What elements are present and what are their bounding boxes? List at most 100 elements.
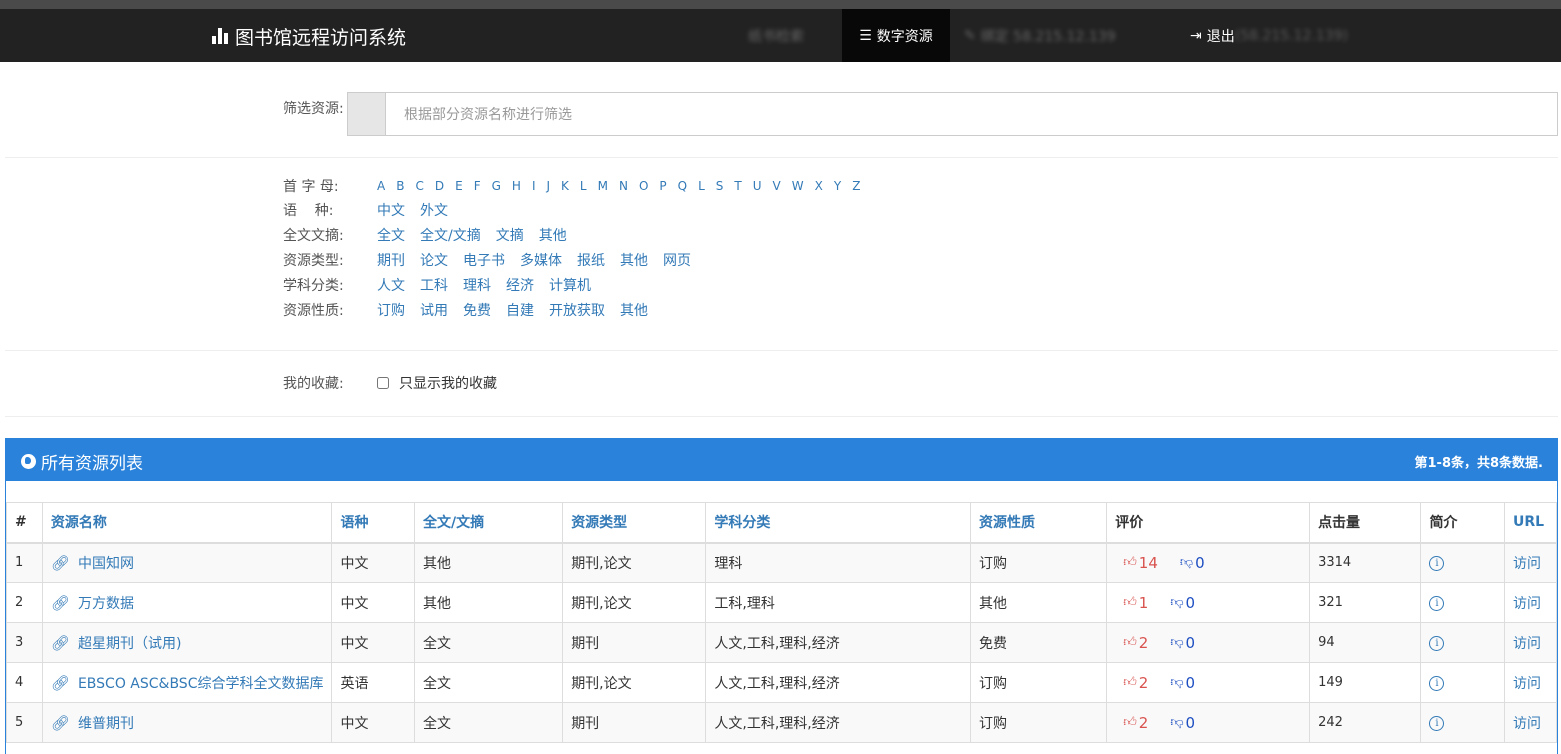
column-header-sortable[interactable]: 全文/文摘 [414,502,564,544]
visit-link[interactable]: 访问 [1513,596,1541,612]
intro-cell: i [1420,542,1505,583]
letter-link[interactable]: T [734,179,741,193]
facet-link[interactable]: 订购 [377,303,405,319]
letter-link[interactable]: C [415,179,423,193]
resource-link[interactable]: 🔗︎ 中国知网 [51,553,134,573]
facet-link[interactable]: 论文 [420,253,448,269]
info-icon[interactable]: i [1429,596,1445,611]
facet-link[interactable]: 外文 [420,203,448,219]
facet-link[interactable]: 中文 [377,203,405,219]
rating-cell: 👍︎ 1 👎︎ 0 [1106,582,1311,623]
facet-link[interactable]: 网页 [663,253,691,269]
resource-panel: 所有资源列表 第1-8条，共8条数据. # 资源名称 语种 全文/文摘 资源类型… [5,438,1558,754]
like-button[interactable]: 👍︎ 2 [1123,674,1148,692]
column-header-sortable[interactable]: URL [1503,502,1558,544]
letter-link[interactable]: I [532,179,536,193]
letter-link[interactable]: J [546,179,550,193]
facet-link[interactable]: 理科 [463,278,491,294]
info-icon[interactable]: i [1429,636,1445,651]
column-header-sortable[interactable]: 学科分类 [705,502,971,544]
letter-link[interactable]: B [396,179,404,193]
facet-link[interactable]: 期刊 [377,253,405,269]
letter-link[interactable]: V [773,179,781,193]
letter-link[interactable]: G [492,179,501,193]
subject-cell: 理科 [705,542,971,583]
facet-link[interactable]: 电子书 [463,253,505,269]
facet-link[interactable]: 自建 [506,303,534,319]
nature-cell: 免费 [969,622,1108,663]
like-button[interactable]: 👍︎ 14 [1123,554,1158,572]
column-header-sortable[interactable]: 资源性质 [969,502,1108,544]
column-header-sortable[interactable]: 语种 [331,502,416,544]
dislike-button[interactable]: 👎︎ 0 [1170,594,1195,612]
facet-link[interactable]: 人文 [377,278,405,294]
facet-link[interactable]: 经济 [506,278,534,294]
letter-link[interactable]: P [659,179,666,193]
language-links: 中文 外文 [377,200,463,220]
letter-link[interactable]: M [598,179,608,193]
letter-link[interactable]: E [455,179,463,193]
dislike-button[interactable]: 👎︎ 0 [1170,674,1195,692]
letter-link[interactable]: W [792,179,804,193]
facet-link[interactable]: 多媒体 [520,253,562,269]
info-icon[interactable]: i [1429,676,1445,691]
facet-link[interactable]: 其他 [620,253,648,269]
visit-link[interactable]: 访问 [1513,716,1541,732]
letter-link[interactable]: F [474,179,481,193]
facet-link[interactable]: 文摘 [496,228,524,244]
nav-book-search[interactable]: 纸书检索 [748,9,834,62]
like-button[interactable]: 👍︎ 2 [1123,634,1148,652]
nav-logout[interactable]: ⇥ 退出 (58.215.12.139) [1190,9,1348,62]
letter-link[interactable]: L [580,179,587,193]
letter-link[interactable]: N [619,179,628,193]
letter-link[interactable]: O [639,179,648,193]
resource-link[interactable]: 🔗︎ EBSCO ASC&BSC综合学科全文数据库 [51,673,324,693]
facet-link[interactable]: 免费 [463,303,491,319]
letter-link[interactable]: A [377,179,385,193]
resource-link[interactable]: 🔗︎ 超星期刊（试用) [51,633,182,653]
letter-link[interactable]: H [512,179,521,193]
dislike-button[interactable]: 👎︎ 0 [1170,634,1195,652]
facet-link[interactable]: 其他 [539,228,567,244]
nav-bind-ip[interactable]: ✎ 绑定 58.215.12.139 [964,9,1164,62]
resource-link[interactable]: 🔗︎ 万方数据 [51,593,134,613]
subject-cell: 人文,工科,理科,经济 [705,662,971,703]
letter-link[interactable]: Z [852,179,860,193]
letter-link[interactable]: Y [834,179,841,193]
letter-link[interactable]: K [561,179,569,193]
facet-link[interactable]: 试用 [420,303,448,319]
fulltext-cell: 其他 [414,542,564,583]
letter-link[interactable]: U [753,179,762,193]
visit-link[interactable]: 访问 [1513,636,1541,652]
info-icon[interactable]: i [1429,556,1445,572]
facet-link[interactable]: 其他 [620,303,648,319]
facet-link[interactable]: 报纸 [577,253,605,269]
letter-link[interactable]: S [716,179,724,193]
brand[interactable]: 图书馆远程访问系统 [212,25,406,49]
facet-link[interactable]: 工科 [420,278,448,294]
like-button[interactable]: 👍︎ 2 [1123,714,1148,732]
filter-input[interactable] [385,92,1558,136]
facet-link[interactable]: 开放获取 [549,303,605,319]
letter-link[interactable]: Q [678,179,687,193]
like-button[interactable]: 👍︎ 1 [1123,594,1148,612]
facet-link[interactable]: 全文/文摘 [420,228,481,244]
visit-link[interactable]: 访问 [1513,556,1541,572]
dislike-button[interactable]: 👎︎ 0 [1180,554,1205,572]
letter-link[interactable]: L [698,179,705,193]
favorites-checkbox-label[interactable]: 只显示我的收藏 [399,373,497,393]
column-header-sortable[interactable]: 资源名称 [41,502,333,544]
visit-link[interactable]: 访问 [1513,676,1541,692]
facet-link[interactable]: 计算机 [549,278,591,294]
letter-link[interactable]: X [815,179,823,193]
column-header-sortable[interactable]: 资源类型 [562,502,707,544]
facet-fulltext: 全文文摘: 全文 全文/文摘 文摘 其他 [283,225,582,245]
favorites-checkbox[interactable] [377,377,389,389]
dislike-button[interactable]: 👎︎ 0 [1170,714,1195,732]
resource-link[interactable]: 🔗︎ 维普期刊 [51,713,134,733]
clicks-cell: 94 [1309,622,1422,663]
facet-link[interactable]: 全文 [377,228,405,244]
info-icon[interactable]: i [1429,716,1445,731]
nav-digital-resources[interactable]: ☰ 数字资源 [842,9,950,62]
letter-link[interactable]: D [435,179,444,193]
